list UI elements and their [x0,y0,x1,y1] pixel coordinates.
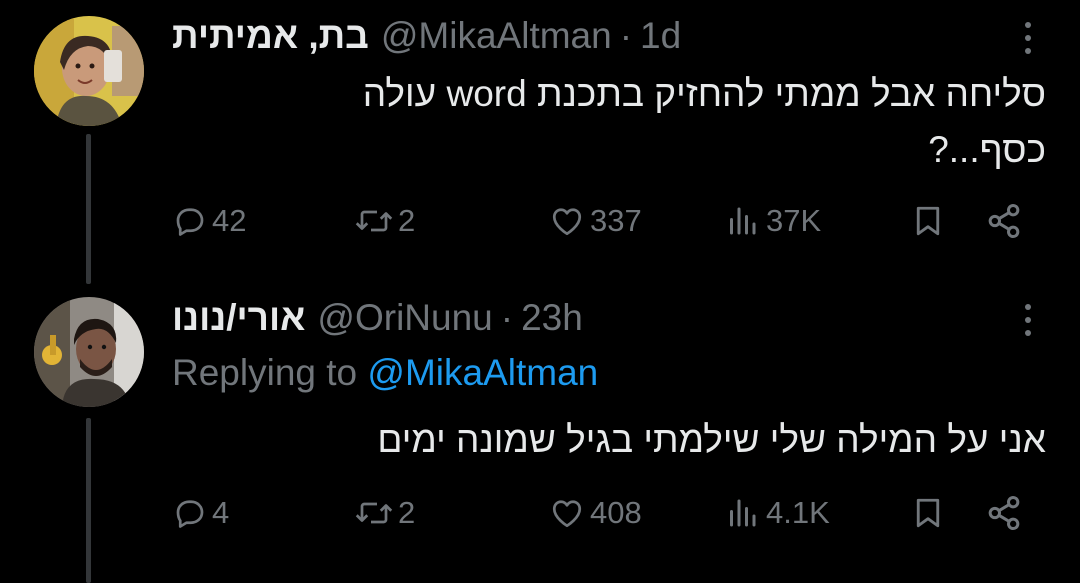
like-button[interactable]: 408 [548,490,642,536]
tweet-header: בת, אמיתית @MikaAltman · 1d [172,12,681,60]
like-count: 337 [590,203,642,238]
display-name[interactable]: בת, אמיתית [172,15,369,57]
repost-icon [355,502,393,524]
repost-icon [355,210,393,232]
replying-to: Replying to @MikaAltman [172,352,598,394]
avatar[interactable] [34,297,144,407]
share-button[interactable] [984,198,1024,244]
reply-icon [176,208,204,236]
tweet-text-line: סליחה אבל ממתי להחזיק בתכנת word עולה [362,73,1046,114]
views-icon [730,207,756,235]
views-count: 4.1K [766,495,830,530]
views-button[interactable]: 37K [722,198,821,244]
mention-link[interactable]: @MikaAltman [367,352,598,393]
like-count: 408 [590,495,642,530]
repost-button[interactable]: 2 [354,490,415,536]
action-bar: 4 2 408 4.1K [172,490,1032,536]
tweet-header: אורי/נונו @OriNunu · 23h [172,294,583,342]
repost-button[interactable]: 2 [354,198,415,244]
tweet-text-line: אני על המילה שלי שילמתי בגיל שמונה ימים [377,419,1046,460]
tweet[interactable]: בת, אמיתית @MikaAltman · 1d סליחה אבל ממ… [0,0,1080,270]
bookmark-icon [916,498,940,528]
bookmark-button[interactable] [910,490,946,536]
repost-count: 2 [398,203,416,238]
like-button[interactable]: 337 [548,198,642,244]
display-name[interactable]: אורי/נונו [172,297,305,339]
more-icon[interactable] [1022,18,1034,58]
tweet-text-line: כסף...? [928,129,1046,170]
reply-button[interactable]: 42 [172,198,246,244]
reply-count: 42 [212,203,247,238]
avatar[interactable] [34,16,144,126]
bookmark-button[interactable] [910,198,946,244]
replying-to-label: Replying to [172,352,358,393]
timestamp[interactable]: 1d [640,15,681,57]
like-icon [552,500,582,528]
views-count: 37K [766,203,822,238]
more-icon[interactable] [1022,300,1034,340]
tweet-text: סליחה אבל ממתי להחזיק בתכנת word עולה כס… [363,66,1046,178]
timestamp[interactable]: 23h [521,297,583,339]
user-handle[interactable]: @MikaAltman [381,15,612,57]
views-icon [730,499,756,527]
avatar-image [34,16,144,126]
separator: · [619,15,633,56]
tweet-text: אני על המילה שלי שילמתי בגיל שמונה ימים [377,412,1046,468]
share-button[interactable] [984,490,1024,536]
repost-count: 2 [398,495,416,530]
action-bar: 42 2 337 37K [172,198,1032,244]
reply-icon [176,500,204,528]
reply-button[interactable]: 4 [172,490,229,536]
share-icon [988,496,1020,530]
avatar-image [34,297,144,407]
separator: · [500,297,514,338]
like-icon [552,208,582,236]
reply-count: 4 [212,495,230,530]
views-button[interactable]: 4.1K [722,490,830,536]
user-handle[interactable]: @OriNunu [317,297,492,339]
bookmark-icon [916,206,940,236]
share-icon [988,204,1020,238]
tweet[interactable]: אורי/נונו @OriNunu · 23h Replying to @Mi… [0,290,1080,583]
